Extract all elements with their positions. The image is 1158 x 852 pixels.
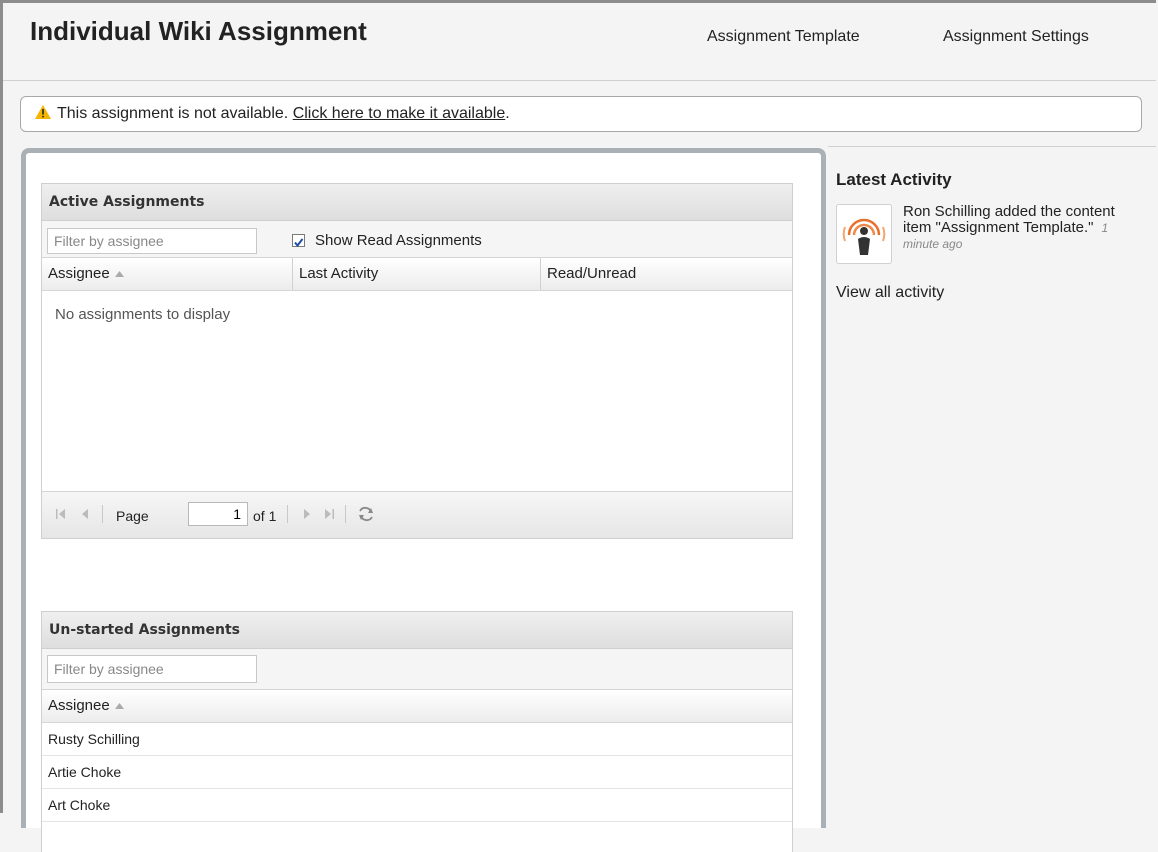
sidebar-divider xyxy=(828,146,1156,147)
unstarted-assignments-grid: Un-started Assignments Assignee Rusty Sc… xyxy=(41,611,793,852)
activity-item: Ron Schilling added the content item "As… xyxy=(836,204,1136,268)
column-last-activity-label: Last Activity xyxy=(299,265,379,282)
pagination-toolbar: Page of 1 xyxy=(42,491,792,538)
checkmark-icon xyxy=(294,238,304,248)
first-page-icon[interactable] xyxy=(54,507,68,521)
avatar xyxy=(836,204,892,264)
column-read-unread-label: Read/Unread xyxy=(547,265,637,282)
show-read-label[interactable]: Show Read Assignments xyxy=(315,232,482,249)
list-item[interactable]: Rusty Schilling xyxy=(42,723,792,756)
list-item[interactable]: Art Choke xyxy=(42,789,792,822)
sort-ascending-icon xyxy=(114,703,124,709)
unstarted-filter-input[interactable] xyxy=(47,655,257,683)
latest-activity-title: Latest Activity xyxy=(836,170,952,189)
active-column-headers: Assignee Last Activity Read/Unread xyxy=(42,258,792,291)
active-assignments-grid: Active Assignments Show Read Assignments… xyxy=(41,183,793,539)
last-page-icon[interactable] xyxy=(322,507,336,521)
pager-separator xyxy=(287,505,288,523)
notice-text: This assignment is not available. xyxy=(57,105,289,122)
page-number-input[interactable] xyxy=(188,502,248,526)
page-label: Page xyxy=(116,508,149,524)
unstarted-assignments-title: Un-started Assignments xyxy=(42,612,792,649)
column-assignee[interactable]: Assignee xyxy=(42,258,292,290)
refresh-icon[interactable] xyxy=(356,504,376,524)
broadcast-user-icon xyxy=(842,218,886,255)
column-last-activity[interactable]: Last Activity xyxy=(292,258,540,290)
empty-message: No assignments to display xyxy=(55,306,231,323)
column-read-unread[interactable]: Read/Unread xyxy=(540,258,792,290)
column-assignee-label: Assignee xyxy=(48,265,110,282)
column-assignee-label: Assignee xyxy=(48,697,110,714)
make-available-link[interactable]: Click here to make it available xyxy=(293,105,506,122)
unstarted-column-headers: Assignee xyxy=(42,690,792,723)
assignment-template-link[interactable]: Assignment Template xyxy=(707,28,860,46)
page-header: Individual Wiki Assignment Assignment Te… xyxy=(0,0,1158,80)
header-divider xyxy=(3,80,1156,81)
pager-separator xyxy=(345,505,346,523)
active-assignments-title: Active Assignments xyxy=(42,184,792,221)
assignments-panel: Active Assignments Show Read Assignments… xyxy=(21,148,826,852)
previous-page-icon[interactable] xyxy=(78,507,92,521)
page-title: Individual Wiki Assignment xyxy=(30,16,367,46)
active-assignments-toolbar: Show Read Assignments xyxy=(42,221,792,258)
notice-suffix: . xyxy=(505,105,510,122)
sort-ascending-icon xyxy=(114,271,124,277)
view-all-activity-link[interactable]: View all activity xyxy=(836,284,944,302)
activity-text: Ron Schilling added the content item "As… xyxy=(903,204,1138,252)
active-filter-input[interactable] xyxy=(47,228,257,254)
next-page-icon[interactable] xyxy=(300,507,314,521)
page-count-label: of 1 xyxy=(253,508,277,524)
pager-separator xyxy=(102,505,103,523)
column-assignee[interactable]: Assignee xyxy=(42,690,292,722)
warning-icon xyxy=(35,105,51,119)
availability-notice: This assignment is not available. Click … xyxy=(20,96,1142,132)
show-read-checkbox[interactable] xyxy=(292,234,305,248)
assignment-settings-link[interactable]: Assignment Settings xyxy=(943,28,1089,46)
unstarted-toolbar xyxy=(42,649,792,690)
activity-description: Ron Schilling added the content item "As… xyxy=(903,203,1115,236)
list-item[interactable]: Artie Choke xyxy=(42,756,792,789)
